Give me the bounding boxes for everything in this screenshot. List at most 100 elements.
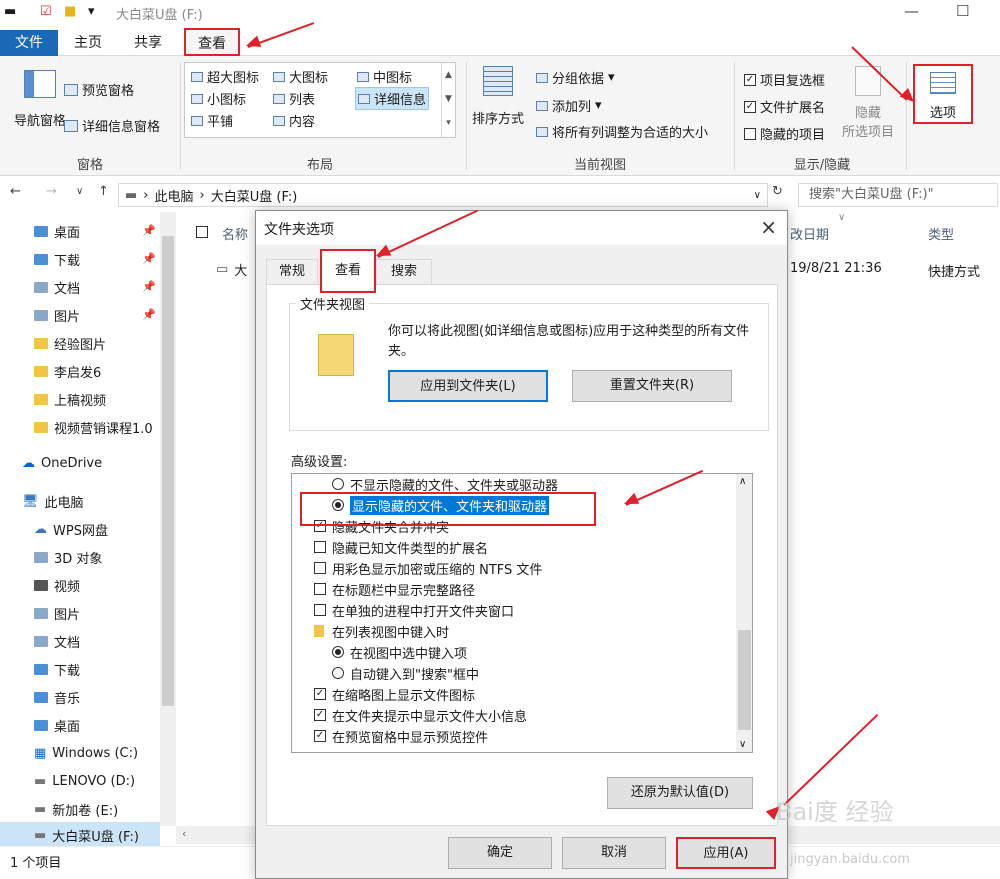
- address-bar: ← → ∨ ↑ ▬ › 此电脑 › 大白菜U盘 (F:) ∨ ↻ 搜索"大白菜U…: [0, 176, 1000, 212]
- adv-option-hide-extensions[interactable]: 隐藏已知文件类型的扩展名: [314, 537, 488, 557]
- maximize-button[interactable]: ☐: [956, 2, 969, 20]
- 3d-objects-icon: [34, 551, 48, 563]
- videos-folder-icon: [34, 579, 48, 591]
- ribbon-separator: [180, 62, 181, 170]
- breadcrumb-this-pc[interactable]: 此电脑: [155, 186, 194, 205]
- layout-gallery-scroll[interactable]: ▲ ▼ ▾: [441, 63, 455, 137]
- advanced-list-scrollbar-thumb[interactable]: [738, 630, 751, 730]
- apply-button[interactable]: 应用(A): [676, 837, 776, 869]
- add-columns-button[interactable]: 添加列 ▾: [536, 96, 602, 115]
- hide-selected-items-button[interactable]: 隐藏 所选项目: [842, 66, 894, 140]
- nav-item-drive-f[interactable]: ▬ 大白菜U盘 (F:): [0, 822, 160, 848]
- nav-item-folder[interactable]: 视频营销课程1.0: [34, 414, 160, 440]
- dialog-tab-view[interactable]: 查看: [320, 249, 376, 293]
- downloads-folder-icon: [34, 253, 48, 265]
- item-checkboxes-toggle[interactable]: ✓ 项目复选框: [744, 70, 825, 89]
- column-header-date[interactable]: 改日期: [790, 224, 829, 243]
- adv-option-dont-show-hidden[interactable]: 不显示隐藏的文件、文件夹或驱动器: [332, 474, 558, 494]
- forward-arrow-icon[interactable]: →: [46, 184, 57, 199]
- cancel-button[interactable]: 取消: [562, 837, 666, 869]
- adv-option-color-ntfs[interactable]: 用彩色显示加密或压缩的 NTFS 文件: [314, 558, 542, 578]
- scroll-left-icon[interactable]: ‹: [182, 827, 186, 840]
- details-pane-button[interactable]: 详细信息窗格: [64, 116, 160, 135]
- layout-medium-icons[interactable]: 中图标: [357, 67, 412, 86]
- pin-icon[interactable]: 📌: [142, 280, 156, 293]
- apply-to-folders-button[interactable]: 应用到文件夹(L): [388, 370, 548, 402]
- scroll-down-icon[interactable]: ∨: [739, 739, 746, 750]
- adv-option-separate-process[interactable]: 在单独的进程中打开文件夹窗口: [314, 600, 514, 620]
- back-arrow-icon[interactable]: ←: [10, 184, 21, 199]
- navigation-pane-button[interactable]: 导航窗格: [14, 70, 66, 129]
- tab-share[interactable]: 共享: [122, 30, 174, 56]
- adv-option-type-into-search[interactable]: 自动键入到"搜索"框中: [332, 663, 479, 683]
- adv-option-preview-handlers[interactable]: ✓ 在预览窗格中显示预览控件: [314, 726, 488, 746]
- nav-item-label: LENOVO (D:): [52, 773, 136, 789]
- tab-file[interactable]: 文件: [0, 30, 58, 56]
- layout-tiles[interactable]: 平铺: [191, 111, 233, 130]
- column-header-name[interactable]: 名称: [222, 224, 248, 243]
- scroll-up-icon[interactable]: ∧: [739, 476, 746, 487]
- preview-pane-button[interactable]: 预览窗格: [64, 80, 134, 99]
- pin-icon[interactable]: 📌: [142, 224, 156, 237]
- file-extensions-toggle[interactable]: ✓ 文件扩展名: [744, 97, 825, 116]
- close-icon[interactable]: ×: [760, 215, 777, 239]
- reset-folders-button[interactable]: 重置文件夹(R): [572, 370, 732, 402]
- up-arrow-icon[interactable]: ↑: [98, 184, 109, 199]
- recent-locations-icon[interactable]: ∨: [76, 186, 83, 197]
- search-input[interactable]: 搜索"大白菜U盘 (F:)": [798, 183, 998, 207]
- title-bar: ▬ ☑ ■ ▾ 大白菜U盘 (F:) — ☐: [0, 0, 1000, 26]
- item-count: 1 个项目: [10, 856, 62, 871]
- annotation-highlight-box: [300, 492, 596, 526]
- adv-option-full-path[interactable]: 在标题栏中显示完整路径: [314, 579, 475, 599]
- adv-option-select-typed[interactable]: 在视图中选中键入项: [332, 642, 467, 662]
- adv-option-folder-tips-size[interactable]: ✓ 在文件夹提示中显示文件大小信息: [314, 705, 527, 725]
- layout-small-icons[interactable]: 小图标: [191, 89, 246, 108]
- dialog-tab-general[interactable]: 常规: [266, 259, 318, 285]
- column-header-type[interactable]: 类型: [928, 224, 954, 243]
- pin-icon[interactable]: 📌: [142, 308, 156, 321]
- select-all-checkbox[interactable]: [196, 226, 208, 238]
- layout-details[interactable]: 详细信息: [355, 87, 430, 110]
- nav-item-onedrive[interactable]: ☁ OneDrive: [22, 450, 182, 476]
- new-folder-icon[interactable]: ■: [64, 4, 76, 19]
- restore-defaults-button[interactable]: 还原为默认值(D): [607, 777, 753, 809]
- table-row[interactable]: ▭ 大: [216, 260, 247, 279]
- nav-item-this-pc[interactable]: 🖥 此电脑: [22, 488, 182, 514]
- navigation-pane-label: 导航窗格: [14, 114, 67, 129]
- adv-option-label: 在视图中选中键入项: [350, 646, 468, 662]
- layout-label: 大图标: [289, 71, 329, 86]
- adv-option-thumbnail-icons[interactable]: ✓ 在缩略图上显示文件图标: [314, 684, 475, 704]
- options-button[interactable]: 选项: [913, 64, 973, 124]
- address-dropdown-icon[interactable]: ∨: [754, 190, 761, 201]
- details-pane-icon: [64, 119, 78, 132]
- group-by-button[interactable]: 分组依据 ▾: [536, 68, 615, 87]
- sort-by-button[interactable]: 排序方式: [472, 66, 524, 127]
- window-title: 大白菜U盘 (F:): [116, 8, 203, 23]
- tab-home[interactable]: 主页: [62, 30, 114, 56]
- dialog-tab-search[interactable]: 搜索: [376, 259, 432, 285]
- layout-large-icons[interactable]: 大图标: [273, 67, 328, 86]
- checkbox-unchecked-icon: [314, 604, 326, 616]
- pin-icon[interactable]: 📌: [142, 252, 156, 265]
- minimize-button[interactable]: —: [904, 2, 919, 20]
- sort-by-icon: [483, 66, 513, 96]
- layout-extra-large-icons[interactable]: 超大图标: [191, 67, 259, 86]
- ok-button[interactable]: 确定: [448, 837, 552, 869]
- refresh-icon[interactable]: ↻: [772, 184, 783, 199]
- baidu-watermark: Bai度 经验: [776, 798, 894, 826]
- checkbox-checked-icon: ✓: [314, 709, 326, 721]
- nav-scrollbar-thumb[interactable]: [162, 236, 174, 706]
- properties-check-icon[interactable]: ☑: [40, 4, 52, 19]
- layout-list[interactable]: 列表: [273, 89, 315, 108]
- windows-drive-icon: ▦: [34, 745, 47, 761]
- layout-content[interactable]: 内容: [273, 111, 315, 130]
- address-field[interactable]: ▬ › 此电脑 › 大白菜U盘 (F:) ∨: [118, 183, 768, 207]
- adv-option-label: 在缩略图上显示文件图标: [332, 688, 476, 704]
- breadcrumb-drive[interactable]: 大白菜U盘 (F:): [211, 186, 298, 205]
- customize-toolbar-icon[interactable]: ▾: [88, 4, 95, 19]
- tab-view[interactable]: 查看: [184, 28, 240, 56]
- drive-icon[interactable]: ▬: [4, 4, 16, 19]
- size-columns-icon: [536, 126, 548, 137]
- hidden-items-toggle[interactable]: 隐藏的项目: [744, 124, 825, 143]
- size-all-columns-button[interactable]: 将所有列调整为合适的大小: [536, 122, 708, 141]
